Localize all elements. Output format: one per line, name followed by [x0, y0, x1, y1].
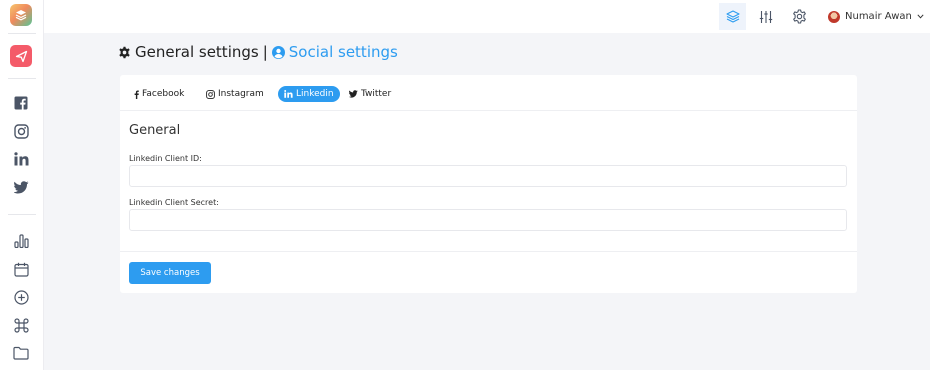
linkedin-icon[interactable]: [12, 150, 30, 168]
social-settings-label: Social settings: [288, 43, 398, 61]
sliders-icon[interactable]: [752, 3, 779, 30]
twitter-icon: [349, 90, 358, 98]
settings-card: Facebook Instagram Linkedin Twitter Gene…: [120, 75, 857, 293]
linkedin-icon: [284, 90, 293, 98]
user-name: Numair Awan: [845, 11, 912, 22]
sidebar-divider: [8, 33, 36, 34]
social-settings-link[interactable]: Social settings: [271, 43, 398, 61]
twitter-icon[interactable]: [12, 178, 30, 196]
calendar-icon[interactable]: [12, 260, 30, 278]
sidebar: [0, 0, 44, 370]
chevron-down-icon: [917, 14, 924, 19]
sidebar-divider: [8, 214, 36, 215]
save-button[interactable]: Save changes: [129, 262, 211, 284]
tab-label: Facebook: [142, 89, 185, 99]
page-title: General settings | Social settings: [118, 43, 398, 61]
instagram-icon[interactable]: [12, 122, 30, 140]
client-secret-label: Linkedin Client Secret:: [129, 198, 219, 207]
send-icon[interactable]: [10, 45, 32, 67]
client-secret-field[interactable]: [129, 209, 847, 231]
tab-twitter[interactable]: Twitter: [349, 86, 391, 102]
gear-icon[interactable]: [786, 3, 813, 30]
section-title: General: [129, 123, 181, 138]
folder-icon[interactable]: [12, 344, 30, 362]
tab-label: Linkedin: [296, 89, 334, 99]
plus-circle-icon[interactable]: [12, 288, 30, 306]
tab-label: Instagram: [218, 89, 264, 99]
user-menu[interactable]: Numair Awan: [828, 0, 924, 33]
avatar: [828, 10, 840, 23]
instagram-icon: [206, 89, 215, 99]
tab-instagram[interactable]: Instagram: [206, 86, 264, 102]
tab-label: Twitter: [361, 89, 392, 99]
gear-icon: [118, 46, 131, 59]
topbar: Numair Awan: [44, 0, 930, 33]
general-settings-link[interactable]: General settings: [135, 43, 259, 61]
client-id-label: Linkedin Client ID:: [129, 154, 202, 163]
layers-icon[interactable]: [719, 3, 746, 30]
client-id-field[interactable]: [129, 165, 847, 187]
command-icon[interactable]: [12, 316, 30, 334]
user-circle-icon: [271, 45, 285, 59]
social-tabs: Facebook Instagram Linkedin Twitter: [120, 75, 857, 111]
facebook-icon: [134, 90, 139, 99]
tab-linkedin[interactable]: Linkedin: [278, 86, 340, 102]
card-footer-divider: [120, 251, 857, 252]
bar-chart-icon[interactable]: [12, 232, 30, 250]
facebook-icon[interactable]: [12, 94, 30, 112]
title-separator: |: [262, 43, 268, 61]
sidebar-divider: [8, 78, 36, 79]
tab-facebook[interactable]: Facebook: [134, 86, 184, 102]
app-logo-icon[interactable]: [10, 4, 32, 26]
